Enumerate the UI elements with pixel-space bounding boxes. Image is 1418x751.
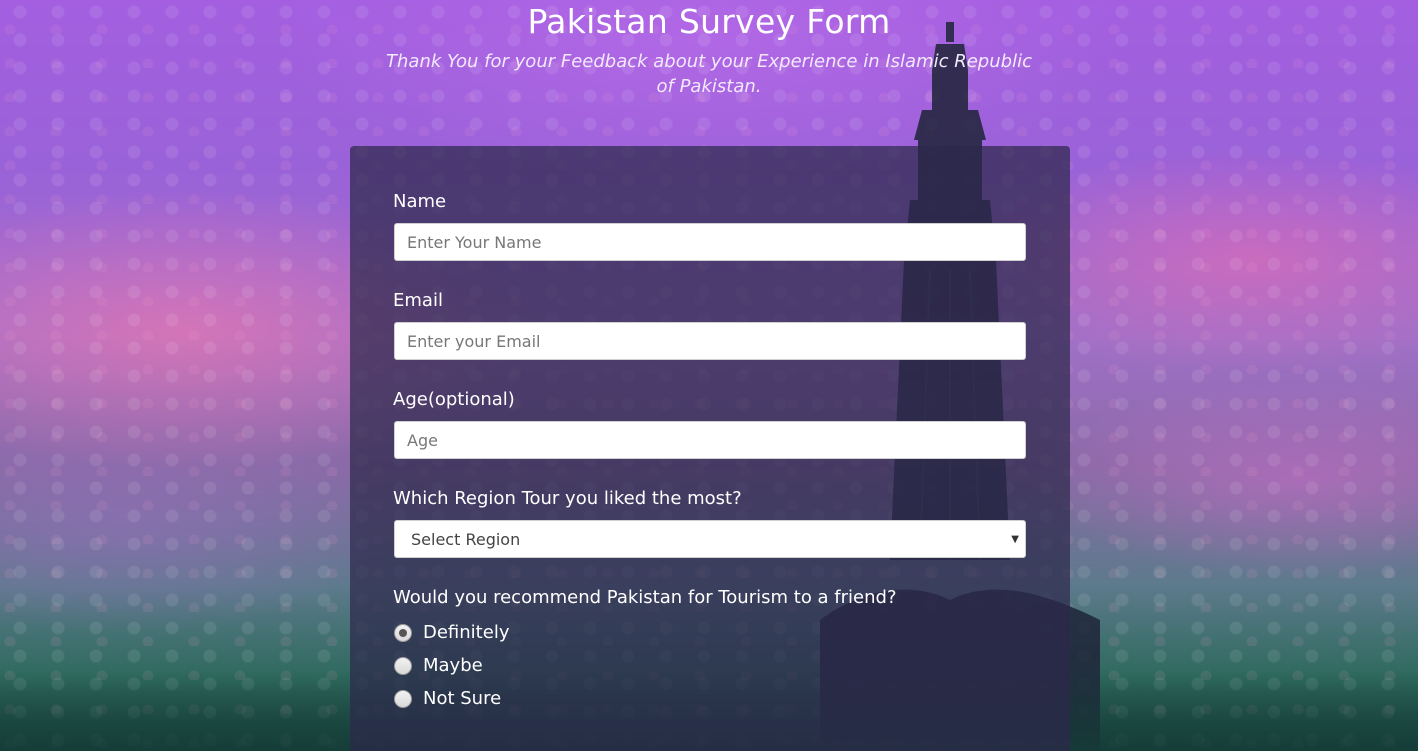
- radio-label: Not Sure: [423, 688, 502, 709]
- page-subtitle: Thank You for your Feedback about your E…: [386, 51, 1032, 97]
- radio-label: Definitely: [423, 622, 510, 643]
- name-label: Name: [393, 191, 447, 212]
- radio-button[interactable]: [394, 689, 412, 708]
- age-input[interactable]: [394, 421, 1026, 459]
- radio-option-maybe[interactable]: Maybe: [394, 655, 483, 676]
- region-select[interactable]: Select Region ▼: [394, 520, 1026, 558]
- radio-button[interactable]: [394, 623, 412, 642]
- radio-option-definitely[interactable]: Definitely: [394, 622, 509, 643]
- email-input[interactable]: [394, 322, 1026, 360]
- survey-form: Name Email Age(optional) Which Region To…: [350, 146, 1070, 751]
- region-select-value: Select Region: [411, 529, 521, 549]
- radio-button[interactable]: [394, 656, 412, 675]
- email-label: Email: [393, 290, 443, 311]
- caret-down-icon: ▼: [1011, 534, 1019, 545]
- region-label: Which Region Tour you liked the most?: [393, 488, 742, 509]
- page-title: Pakistan Survey Form: [527, 2, 891, 41]
- age-label: Age(optional): [393, 389, 515, 410]
- name-input[interactable]: [394, 223, 1026, 261]
- recommend-label: Would you recommend Pakistan for Tourism…: [393, 587, 897, 608]
- radio-option-not-sure[interactable]: Not Sure: [394, 688, 501, 709]
- radio-label: Maybe: [423, 655, 483, 676]
